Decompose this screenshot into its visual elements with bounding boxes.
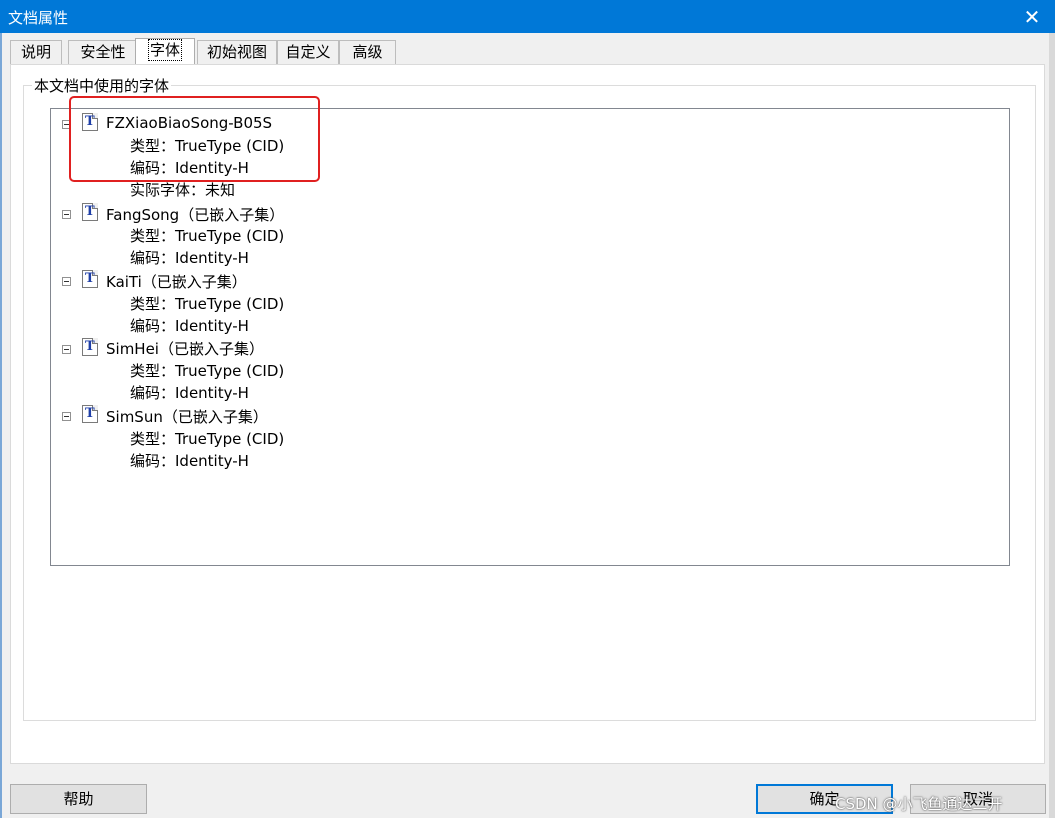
font-encoding: 编码：Identity-H bbox=[130, 452, 249, 470]
help-button[interactable]: 帮助 bbox=[10, 784, 147, 814]
font-actual: 实际字体：未知 bbox=[130, 181, 236, 199]
tab-label: 安全性 bbox=[80, 43, 126, 61]
font-encoding: 编码：Identity-H bbox=[130, 249, 249, 267]
font-type: 类型：TrueType (CID) bbox=[130, 362, 285, 380]
tab-custom[interactable]: 自定义 bbox=[277, 40, 339, 64]
title-bar: 文档属性 ✕ bbox=[0, 0, 1055, 33]
tab-security[interactable]: 安全性 bbox=[68, 40, 138, 64]
background-strip bbox=[0, 818, 1055, 825]
font-name[interactable]: KaiTi（已嵌入子集） bbox=[106, 271, 247, 292]
font-encoding: 编码：Identity-H bbox=[130, 384, 249, 402]
collapse-icon[interactable] bbox=[62, 345, 71, 354]
font-icon: T bbox=[82, 203, 98, 221]
watermark: CSDN @小飞鱼通达二开 bbox=[835, 795, 1003, 813]
tab-initial-view[interactable]: 初始视图 bbox=[197, 40, 277, 64]
font-icon: T bbox=[82, 270, 98, 288]
font-name[interactable]: SimHei（已嵌入子集） bbox=[106, 338, 264, 359]
collapse-icon[interactable] bbox=[62, 277, 71, 286]
font-type: 类型：TrueType (CID) bbox=[130, 227, 285, 245]
tab-label: 说明 bbox=[20, 43, 51, 61]
collapse-icon[interactable] bbox=[62, 210, 71, 219]
font-encoding: 编码：Identity-H bbox=[130, 317, 249, 335]
font-icon: T bbox=[82, 113, 98, 131]
tab-label: 字体 bbox=[147, 39, 183, 61]
window-border bbox=[0, 33, 2, 825]
tab-advanced[interactable]: 高级 bbox=[339, 40, 396, 64]
collapse-icon[interactable] bbox=[62, 412, 71, 421]
fonts-group: 本文档中使用的字体 T FZXiaoBiaoSong-B05S 类型：TrueT… bbox=[23, 75, 1036, 721]
fonts-tab-page: 本文档中使用的字体 T FZXiaoBiaoSong-B05S 类型：TrueT… bbox=[10, 64, 1045, 764]
font-name[interactable]: FangSong（已嵌入子集） bbox=[106, 204, 284, 225]
background-window-edge bbox=[1049, 33, 1055, 825]
tab-label: 高级 bbox=[352, 43, 383, 61]
tab-label: 初始视图 bbox=[206, 43, 267, 61]
tab-fonts[interactable]: 字体 bbox=[135, 38, 195, 65]
collapse-icon[interactable] bbox=[62, 120, 71, 129]
font-type: 类型：TrueType (CID) bbox=[130, 137, 285, 155]
font-encoding: 编码：Identity-H bbox=[130, 159, 249, 177]
font-type: 类型：TrueType (CID) bbox=[130, 295, 285, 313]
font-icon: T bbox=[82, 405, 98, 423]
font-icon: T bbox=[82, 338, 98, 356]
font-type: 类型：TrueType (CID) bbox=[130, 430, 285, 448]
tab-description[interactable]: 说明 bbox=[10, 40, 62, 64]
tab-label: 自定义 bbox=[285, 43, 331, 61]
font-name[interactable]: SimSun（已嵌入子集） bbox=[106, 406, 268, 427]
font-tree[interactable]: T FZXiaoBiaoSong-B05S 类型：TrueType (CID) … bbox=[50, 108, 1010, 566]
window-title: 文档属性 bbox=[8, 9, 69, 27]
close-icon[interactable]: ✕ bbox=[1009, 0, 1055, 33]
group-legend: 本文档中使用的字体 bbox=[32, 75, 172, 96]
font-name[interactable]: FZXiaoBiaoSong-B05S bbox=[106, 114, 272, 132]
